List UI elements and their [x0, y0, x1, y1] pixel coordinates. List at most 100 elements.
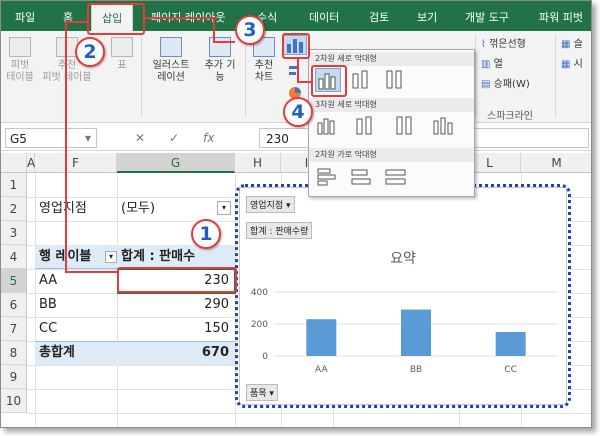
active-cell-highlight [117, 267, 237, 293]
name-box-dropdown-icon[interactable]: ▾ [85, 131, 91, 145]
stacked-bar-icon [351, 169, 371, 185]
timeline-button[interactable]: ▦ 시 [561, 59, 583, 71]
row-header[interactable]: 6 [1, 293, 27, 317]
insert-tab-highlight [87, 3, 145, 35]
column-header-h[interactable]: H [235, 153, 281, 173]
connector-line [297, 59, 299, 81]
clustered-column-highlight [311, 65, 347, 97]
formula-bar: G5 ▾ ✕ ✓ fx 230 [1, 125, 591, 151]
row-header[interactable]: 10 [1, 389, 27, 413]
sparkline-winloss-button[interactable]: ▤ 승패(W) [481, 79, 530, 91]
excel-window: 파일 홈 삽입 페이지 레이아웃 수식 데이터 검토 보기 개발 도구 파워 피… [0, 0, 592, 428]
row-header[interactable]: 1 [1, 173, 27, 197]
sparkline-column-button[interactable]: ▥ 열 [481, 59, 503, 71]
connector-line [213, 17, 215, 41]
tab-file[interactable]: 파일 [15, 9, 35, 25]
pivot-total-value[interactable]: 670 [121, 341, 229, 365]
ribbon-separator [141, 35, 142, 117]
column-chart-button-highlight [282, 33, 310, 59]
cancel-icon[interactable]: ✕ [135, 131, 145, 145]
illustrations-icon [160, 37, 182, 57]
sparkline-winloss-label: 승패(W) [493, 79, 530, 90]
table-label: 표 [117, 60, 127, 71]
3d-percent-column-option[interactable] [393, 114, 419, 138]
sparkline-column-label: 열 [493, 59, 503, 70]
column-header-f[interactable]: F [35, 153, 117, 173]
sparkline-line-label: 꺾은선형 [489, 39, 526, 50]
gallery-section-2d-bar: 2차원 가로 막대형 [309, 148, 474, 162]
slicer-icon: ▦ [561, 39, 571, 50]
3d-clustered-column-option[interactable] [315, 114, 341, 138]
ribbon-separator [475, 35, 476, 117]
tab-review[interactable]: 검토 [369, 9, 389, 25]
bar-chart-icon[interactable] [287, 63, 303, 79]
timeline-icon: ▦ [561, 59, 571, 70]
row-label-dropdown-icon[interactable]: ▾ [105, 251, 117, 263]
recommended-charts-label: 추천 차트 [254, 60, 274, 83]
addins-button[interactable]: 추가 기 능 [199, 37, 241, 84]
name-box[interactable]: G5 [5, 128, 97, 148]
row-header[interactable]: 4 [1, 245, 27, 269]
illustrations-label: 일러스트 레이션 [152, 60, 190, 83]
gallery-section-2d-column: 2차원 세로 막대형 [309, 52, 474, 66]
3d-column-option[interactable] [431, 114, 457, 138]
sparkline-line-button[interactable]: ⌇ 꺾은선형 [481, 39, 526, 51]
connector-line [213, 41, 235, 43]
3d-percent-column-icon [396, 116, 412, 135]
percent-stacked-bar-icon [385, 169, 406, 185]
percent-stacked-column-icon [386, 70, 402, 89]
select-all-corner[interactable] [1, 153, 27, 173]
table-button[interactable]: 표 [109, 37, 135, 72]
step-badge-3: 3 [235, 15, 265, 45]
ribbon-separator [555, 35, 556, 117]
tab-developer[interactable]: 개발 도구 [465, 9, 509, 25]
connector-line [65, 21, 67, 273]
insert-function-icon[interactable]: fx [203, 131, 214, 145]
pivot-table-button[interactable]: 피벗 테이블 [5, 37, 35, 84]
pivot-item-value[interactable]: 290 [121, 293, 229, 317]
pivot-item-label: CC [39, 321, 58, 336]
column-header-g[interactable]: G [117, 153, 235, 173]
row-header[interactable]: 2 [1, 197, 27, 221]
connector-line [65, 271, 119, 273]
pivot-item-label: BB [39, 297, 57, 312]
pivot-item-label: AA [39, 273, 58, 288]
slicer-label: 슬 [573, 39, 583, 50]
tab-power-pivot[interactable]: 파워 피벗 [539, 9, 583, 25]
pivot-item-value[interactable]: 150 [121, 317, 229, 341]
filter-dropdown-icon[interactable]: ▾ [217, 201, 231, 215]
connector-line [143, 17, 217, 19]
connector-line [65, 21, 89, 23]
stacked-bar-option[interactable] [349, 166, 375, 190]
sparkline-group-label: 스파크라인 [487, 111, 533, 122]
row-header[interactable]: 8 [1, 341, 27, 365]
clustered-bar-icon [317, 168, 336, 186]
column-header-a[interactable]: A [27, 153, 35, 173]
percent-stacked-bar-option[interactable] [383, 166, 409, 190]
connector-line [297, 81, 311, 83]
column-header-m[interactable]: M [521, 153, 591, 173]
row-header[interactable]: 3 [1, 221, 27, 245]
timeline-label: 시 [573, 59, 583, 70]
tab-view[interactable]: 보기 [417, 9, 437, 25]
3d-stacked-column-icon [356, 116, 372, 135]
3d-stacked-column-option[interactable] [353, 114, 379, 138]
pivot-value-header: 합계 : 판매수 [121, 249, 196, 264]
row-header[interactable]: 5 [1, 269, 27, 293]
stacked-column-icon [352, 70, 368, 89]
stacked-column-option[interactable] [349, 68, 375, 92]
sparkline-line-icon: ⌇ [481, 39, 486, 50]
row-header[interactable]: 9 [1, 365, 27, 389]
3d-clustered-column-icon [317, 118, 335, 135]
pivot-filter-value[interactable]: (모두) [121, 197, 155, 221]
percent-stacked-column-option[interactable] [383, 68, 409, 92]
tab-data[interactable]: 데이터 [309, 9, 339, 25]
pivot-total-label: 총합계 [39, 345, 75, 360]
sparkline-column-icon: ▥ [481, 59, 491, 70]
slicer-button[interactable]: ▦ 슬 [561, 39, 583, 51]
clustered-bar-option[interactable] [315, 166, 341, 190]
pivot-table-label: 피벗 테이블 [6, 60, 34, 83]
enter-icon[interactable]: ✓ [169, 131, 179, 145]
illustrations-button[interactable]: 일러스트 레이션 [147, 37, 195, 84]
row-header[interactable]: 7 [1, 317, 27, 341]
